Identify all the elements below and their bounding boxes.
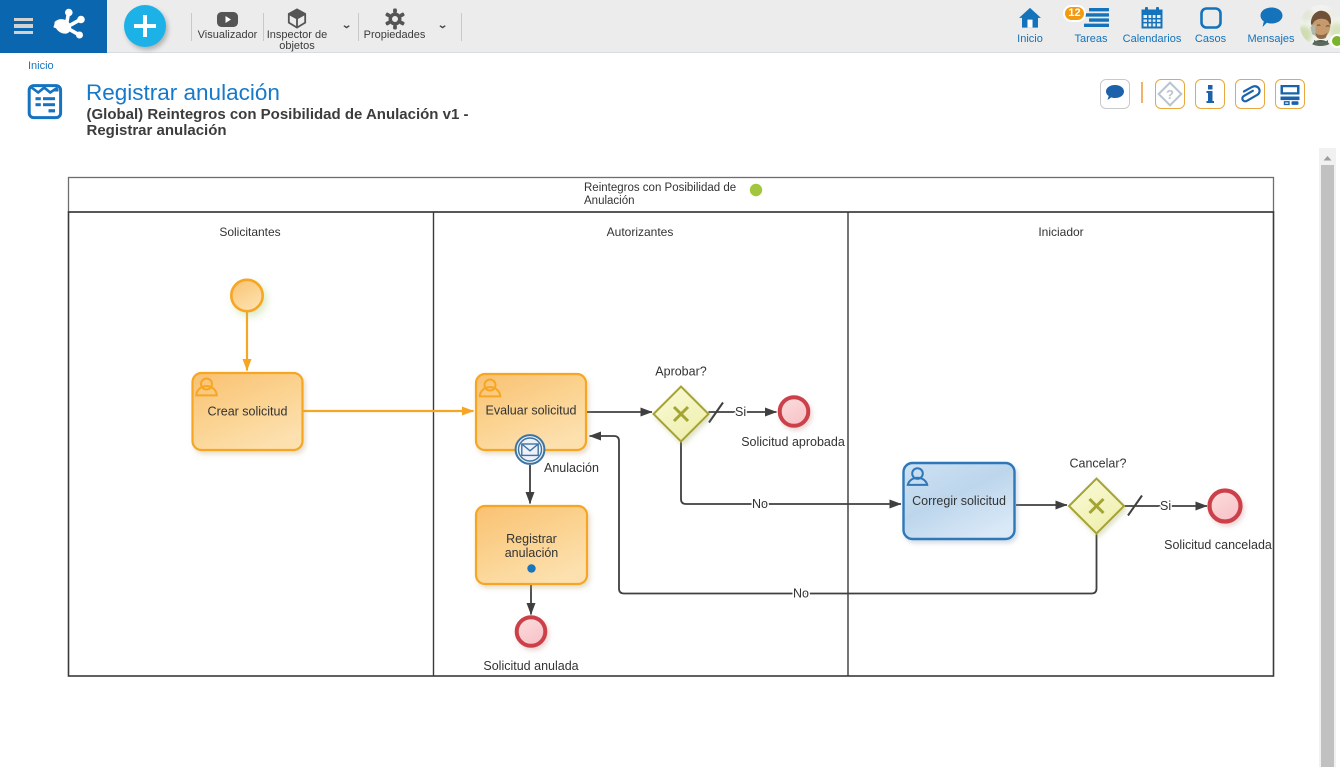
svg-text:Reintegros con Posibilidad de: Reintegros con Posibilidad de [584,182,736,194]
svg-text:Anulación: Anulación [544,461,599,475]
svg-text:Solicitud aprobada: Solicitud aprobada [741,435,845,449]
svg-text:Si: Si [1160,499,1171,513]
svg-text:Autorizantes: Autorizantes [607,225,674,239]
svg-text:Corregir solicitud: Corregir solicitud [912,494,1006,508]
svg-text:Si: Si [735,405,746,419]
svg-text:Aprobar?: Aprobar? [655,365,706,379]
svg-text:Registrar: Registrar [506,532,557,546]
svg-text:Evaluar solicitud: Evaluar solicitud [485,404,576,418]
svg-text:Solicitud cancelada: Solicitud cancelada [1164,538,1272,552]
svg-text:?: ? [1166,87,1174,102]
svg-text:Anulación: Anulación [584,195,635,207]
svg-text:Crear solicitud: Crear solicitud [208,405,288,419]
svg-text:Iniciador: Iniciador [1038,225,1083,239]
svg-text:Solicitud anulada: Solicitud anulada [483,659,578,673]
svg-text:anulación: anulación [505,546,559,560]
svg-text:No: No [793,587,809,601]
svg-text:No: No [752,497,768,511]
svg-text:Solicitantes: Solicitantes [219,225,280,239]
svg-text:Cancelar?: Cancelar? [1070,457,1127,471]
